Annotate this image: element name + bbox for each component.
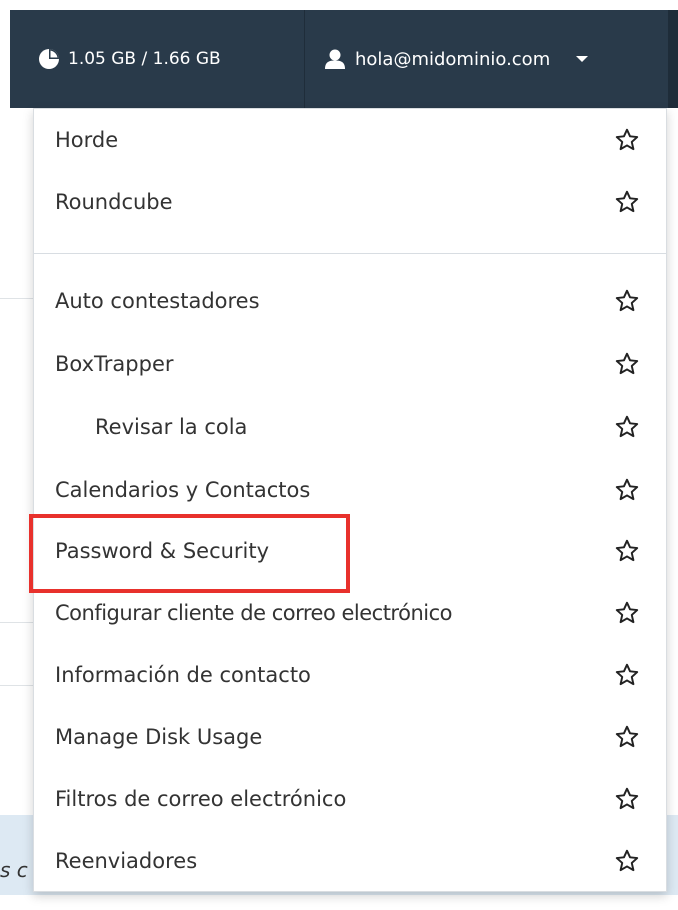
star-outline-icon[interactable] <box>614 189 640 215</box>
star-outline-icon[interactable] <box>614 786 640 812</box>
star-outline-icon[interactable] <box>614 477 640 503</box>
user-email: hola@midominio.com <box>355 48 551 70</box>
menu-item-filtros-de-correo[interactable]: Filtros de correo electrónico <box>34 768 666 830</box>
menu-item-informacion-de-contacto[interactable]: Información de contacto <box>34 644 666 706</box>
star-outline-icon[interactable] <box>614 127 640 153</box>
user-icon <box>325 48 347 70</box>
menu-item-horde[interactable]: Horde <box>34 109 666 171</box>
top-navbar: 1.05 GB / 1.66 GB hola@midominio.com <box>10 10 678 108</box>
menu-item-label: Revisar la cola <box>95 415 248 439</box>
star-outline-icon[interactable] <box>614 288 640 314</box>
menu-item-label: Información de contacto <box>55 663 311 687</box>
menu-item-label: Horde <box>55 128 119 152</box>
menu-item-label: Manage Disk Usage <box>55 725 263 749</box>
menu-item-label: Configurar cliente de correo electrónico <box>55 601 453 625</box>
user-dropdown-menu: Horde Roundcube Auto contestadores BoxTr… <box>33 108 667 892</box>
screen: s c 1.05 GB / 1.66 GB hola@midominio.com <box>0 0 678 910</box>
menu-item-revisar-la-cola[interactable]: Revisar la cola <box>34 396 666 458</box>
menu-separator <box>34 253 666 254</box>
menu-item-roundcube[interactable]: Roundcube <box>34 171 666 233</box>
star-outline-icon[interactable] <box>614 662 640 688</box>
star-outline-icon[interactable] <box>614 538 640 564</box>
highlight-annotation-box <box>29 514 350 593</box>
user-menu-toggle[interactable]: hola@midominio.com <box>305 10 668 108</box>
menu-item-boxtrapper[interactable]: BoxTrapper <box>34 333 666 395</box>
menu-item-label: Auto contestadores <box>55 289 260 313</box>
menu-item-manage-disk-usage[interactable]: Manage Disk Usage <box>34 706 666 768</box>
star-outline-icon[interactable] <box>614 351 640 377</box>
menu-item-label: BoxTrapper <box>55 352 174 376</box>
star-outline-icon[interactable] <box>614 724 640 750</box>
disk-usage-text: 1.05 GB / 1.66 GB <box>68 49 221 69</box>
disk-usage-indicator[interactable]: 1.05 GB / 1.66 GB <box>10 10 304 108</box>
menu-item-auto-contestadores[interactable]: Auto contestadores <box>34 270 666 332</box>
menu-item-label: Filtros de correo electrónico <box>55 787 347 811</box>
star-outline-icon[interactable] <box>614 414 640 440</box>
star-outline-icon[interactable] <box>614 600 640 626</box>
chevron-down-icon <box>576 56 589 62</box>
menu-item-label: Reenviadores <box>55 849 198 873</box>
pie-chart-icon <box>38 48 60 70</box>
background-text: s c <box>0 858 28 882</box>
menu-item-reenviadores[interactable]: Reenviadores <box>34 830 666 892</box>
star-outline-icon[interactable] <box>614 848 640 874</box>
menu-item-calendarios-y-contactos[interactable]: Calendarios y Contactos <box>34 459 666 521</box>
menu-item-label: Calendarios y Contactos <box>55 478 311 502</box>
navbar-edge <box>668 10 678 108</box>
menu-item-label: Roundcube <box>55 190 173 214</box>
